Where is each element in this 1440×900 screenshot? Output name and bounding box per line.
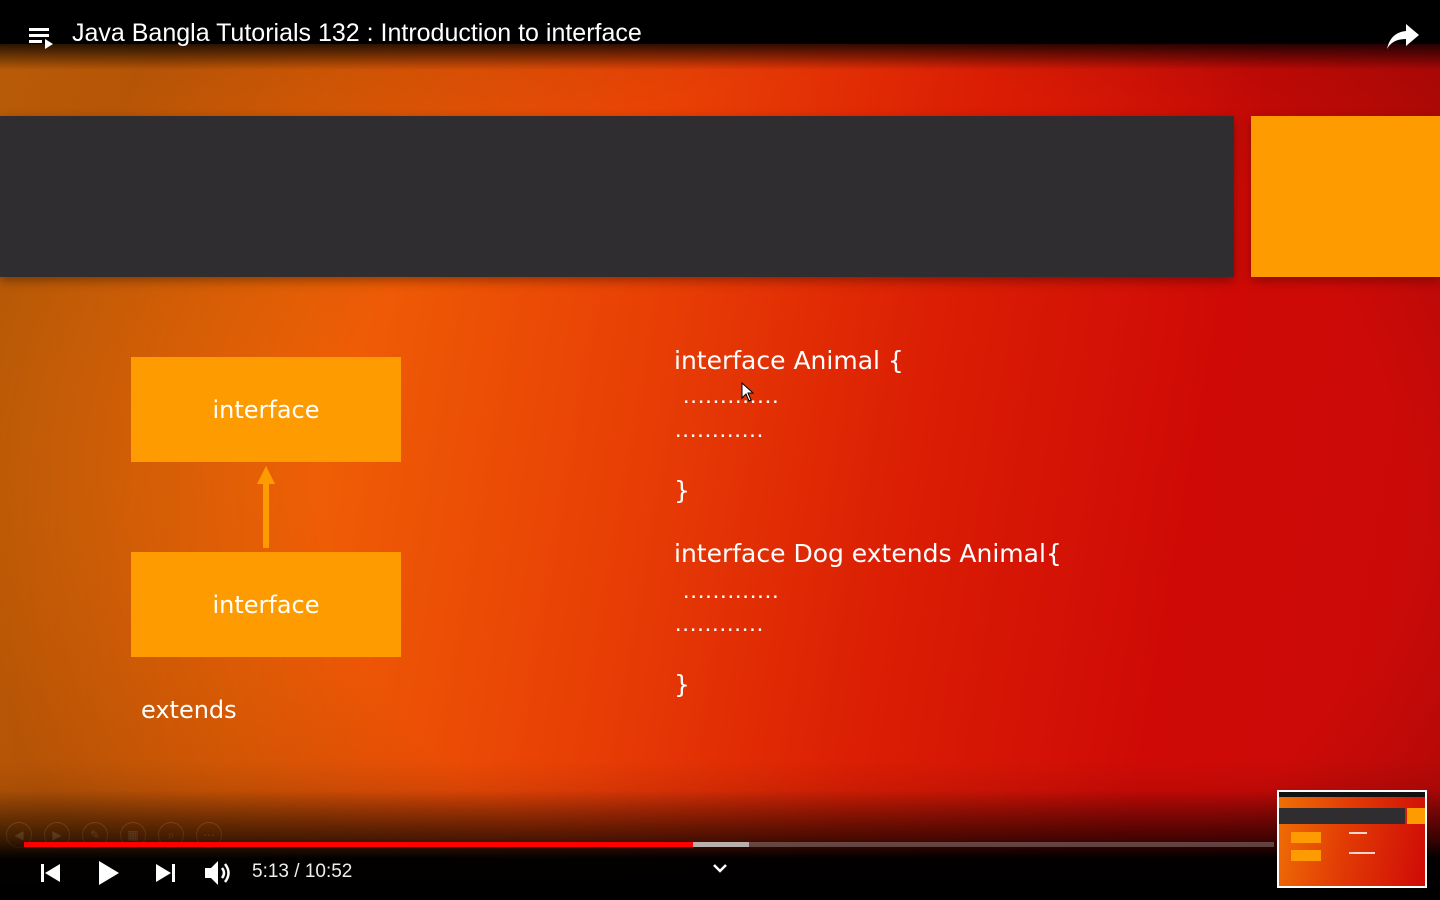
time-display: 5:13 / 10:52 (252, 861, 353, 882)
slide-header-accent (1251, 116, 1440, 277)
playlist-icon[interactable] (28, 24, 54, 50)
code-line-animal: interface Animal { (674, 346, 904, 375)
play-icon[interactable] (97, 860, 121, 886)
volume-icon[interactable] (203, 858, 233, 888)
seek-preview-thumbnail (1277, 790, 1427, 888)
diagram-parent-interface-box: interface (131, 357, 401, 462)
diagram-extends-label: extends (141, 696, 237, 724)
inheritance-arrow-icon (257, 466, 275, 548)
progress-bar[interactable] (24, 842, 1274, 847)
diagram-child-interface-box: interface (131, 552, 401, 657)
progress-played (24, 842, 693, 847)
chevron-down-icon[interactable] (710, 862, 730, 876)
code-dots: ............. (682, 586, 780, 602)
skip-previous-icon[interactable] (39, 862, 63, 884)
code-closing-brace: } (674, 476, 690, 505)
code-line-dog: interface Dog extends Animal{ (674, 539, 1062, 568)
diagram-child-label: interface (212, 590, 320, 619)
slide-header-band (0, 116, 1234, 277)
skip-next-icon[interactable] (153, 862, 177, 884)
diagram-parent-label: interface (212, 395, 320, 424)
code-dots: ............ (674, 425, 764, 441)
video-title[interactable]: Java Bangla Tutorials 132 : Introduction… (72, 19, 642, 48)
code-dots: ............ (674, 619, 764, 635)
code-closing-brace: } (674, 670, 690, 699)
code-dots: ............. (682, 391, 780, 407)
share-icon[interactable] (1386, 22, 1420, 50)
mouse-cursor-icon (741, 382, 755, 402)
